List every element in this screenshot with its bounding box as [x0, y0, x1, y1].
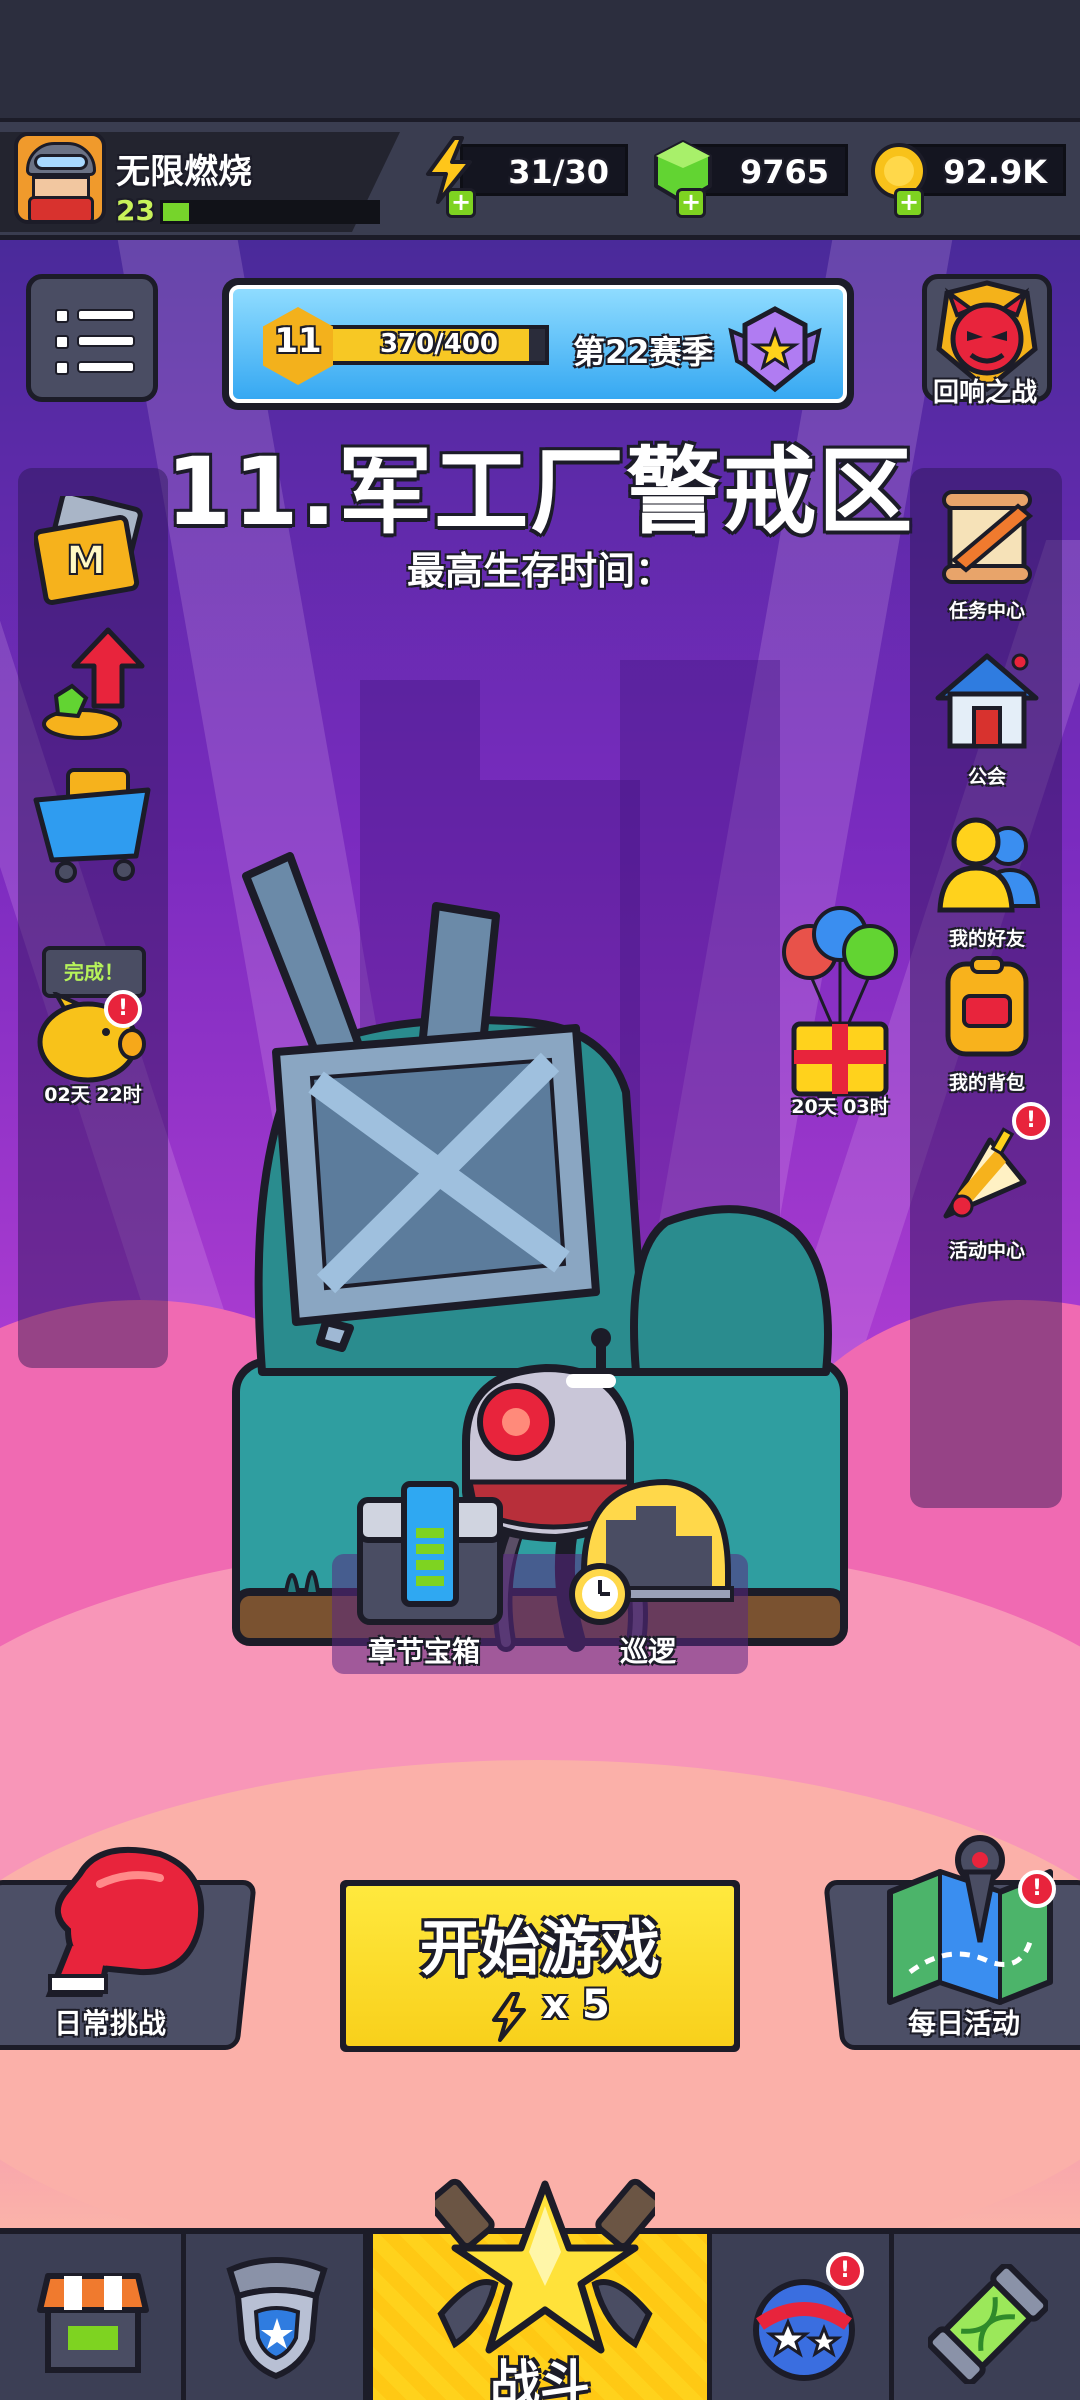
task-center-button[interactable]: 任务中心: [932, 488, 1042, 623]
bottom-navigation: 战斗 !: [0, 2178, 1080, 2400]
start-game-label: 开始游戏: [420, 1914, 660, 1984]
echo-battle-label: 回响之战: [932, 378, 1037, 408]
patrol-label: 巡逻: [620, 1635, 677, 1668]
nav-battle-label: 战斗: [490, 2355, 590, 2400]
piggy-alert-badge: !: [104, 990, 142, 1028]
nav-shop-tab[interactable]: [0, 2234, 186, 2400]
add-energy-button[interactable]: +: [446, 188, 476, 218]
nav-equipment-tab[interactable]: [186, 2234, 368, 2400]
piggy-complete-badge: 完成！: [42, 946, 146, 998]
start-game-cost: x 5: [542, 1982, 610, 2028]
backpack-icon: [945, 956, 1029, 1057]
shield-badge-icon: [226, 2257, 328, 2380]
nav-talent-tab[interactable]: !: [712, 2234, 894, 2400]
nav-battle-tab[interactable]: 战斗: [368, 2178, 712, 2400]
nav-evolution-tab[interactable]: [894, 2234, 1080, 2400]
guild-button[interactable]: 公会: [932, 650, 1042, 789]
dna-capsule-icon: [928, 2264, 1048, 2384]
start-game-button[interactable]: 开始游戏 x 5: [340, 1880, 740, 2052]
guild-label: 公会: [967, 766, 1006, 788]
friends-button[interactable]: 我的好友: [932, 812, 1042, 951]
star-swords-icon: [435, 2178, 655, 2354]
season-medal-icon: [728, 306, 822, 393]
event-alert-badge: !: [1012, 1102, 1050, 1140]
daily-activity-alert-badge: !: [1018, 1870, 1056, 1908]
patrol-clock-icon[interactable]: [566, 1476, 736, 1628]
player-level: 23: [116, 194, 155, 227]
stage-scene: 370/400 11 第22赛季 回响之战 11.军工厂警戒区 最高生存时间：: [0, 240, 1080, 2228]
chapter-chest-icon[interactable]: [352, 1480, 508, 1628]
boxing-glove-icon: [45, 1846, 205, 1997]
player-avatar[interactable]: [14, 132, 106, 224]
add-gem-button[interactable]: +: [676, 188, 706, 218]
season-level: 11: [274, 321, 322, 361]
star-ball-icon: [753, 2279, 855, 2381]
piggy-complete-text: 完成！: [64, 960, 124, 984]
event-center-label: 活动中心: [948, 1240, 1025, 1262]
task-center-label: 任务中心: [948, 600, 1025, 622]
backpack-button[interactable]: 我的背包: [932, 956, 1042, 1095]
coin-value: 92.9K: [943, 153, 1047, 191]
svg-text:M: M: [66, 538, 106, 584]
daily-activity-label: 每日活动: [908, 2007, 1021, 2040]
upgrade-arrow-icon[interactable]: [38, 626, 148, 746]
add-coin-button[interactable]: +: [894, 188, 924, 218]
piggy-timer: 02天 22时: [44, 1084, 142, 1106]
daily-challenge-label: 日常挑战: [54, 2007, 167, 2040]
scroll-quill-icon: [942, 490, 1034, 584]
friends-icon: [937, 817, 1041, 913]
treasure-map-icon: [887, 1835, 1053, 2005]
menu-button[interactable]: [26, 274, 158, 402]
season-label: 第22赛季: [573, 333, 714, 371]
xp-bar: [160, 200, 380, 224]
shop-stall-icon: [37, 2273, 149, 2373]
top-header: 无限燃烧 23 31/30 + 9765 + 92.9K +: [0, 118, 1080, 240]
backpack-label: 我的背包: [948, 1072, 1025, 1094]
status-bar-area: [0, 0, 1080, 118]
season-progress-text: 370/400: [379, 329, 499, 359]
player-name: 无限燃烧: [116, 152, 252, 192]
xp-bar-fill: [163, 203, 189, 221]
talent-alert-badge: !: [826, 2252, 864, 2290]
season-panel[interactable]: 370/400 11 第22赛季: [222, 278, 854, 410]
guild-house-icon: [935, 653, 1039, 749]
card-m-icon[interactable]: M: [34, 496, 154, 606]
event-center-button[interactable]: 活动中心: [932, 1120, 1042, 1263]
gem-value: 9765: [739, 153, 829, 191]
energy-value: 31/30: [508, 153, 609, 191]
shopping-cart-icon[interactable]: [30, 760, 154, 884]
friends-label: 我的好友: [948, 928, 1025, 950]
chapter-chest-label: 章节宝箱: [368, 1635, 481, 1668]
